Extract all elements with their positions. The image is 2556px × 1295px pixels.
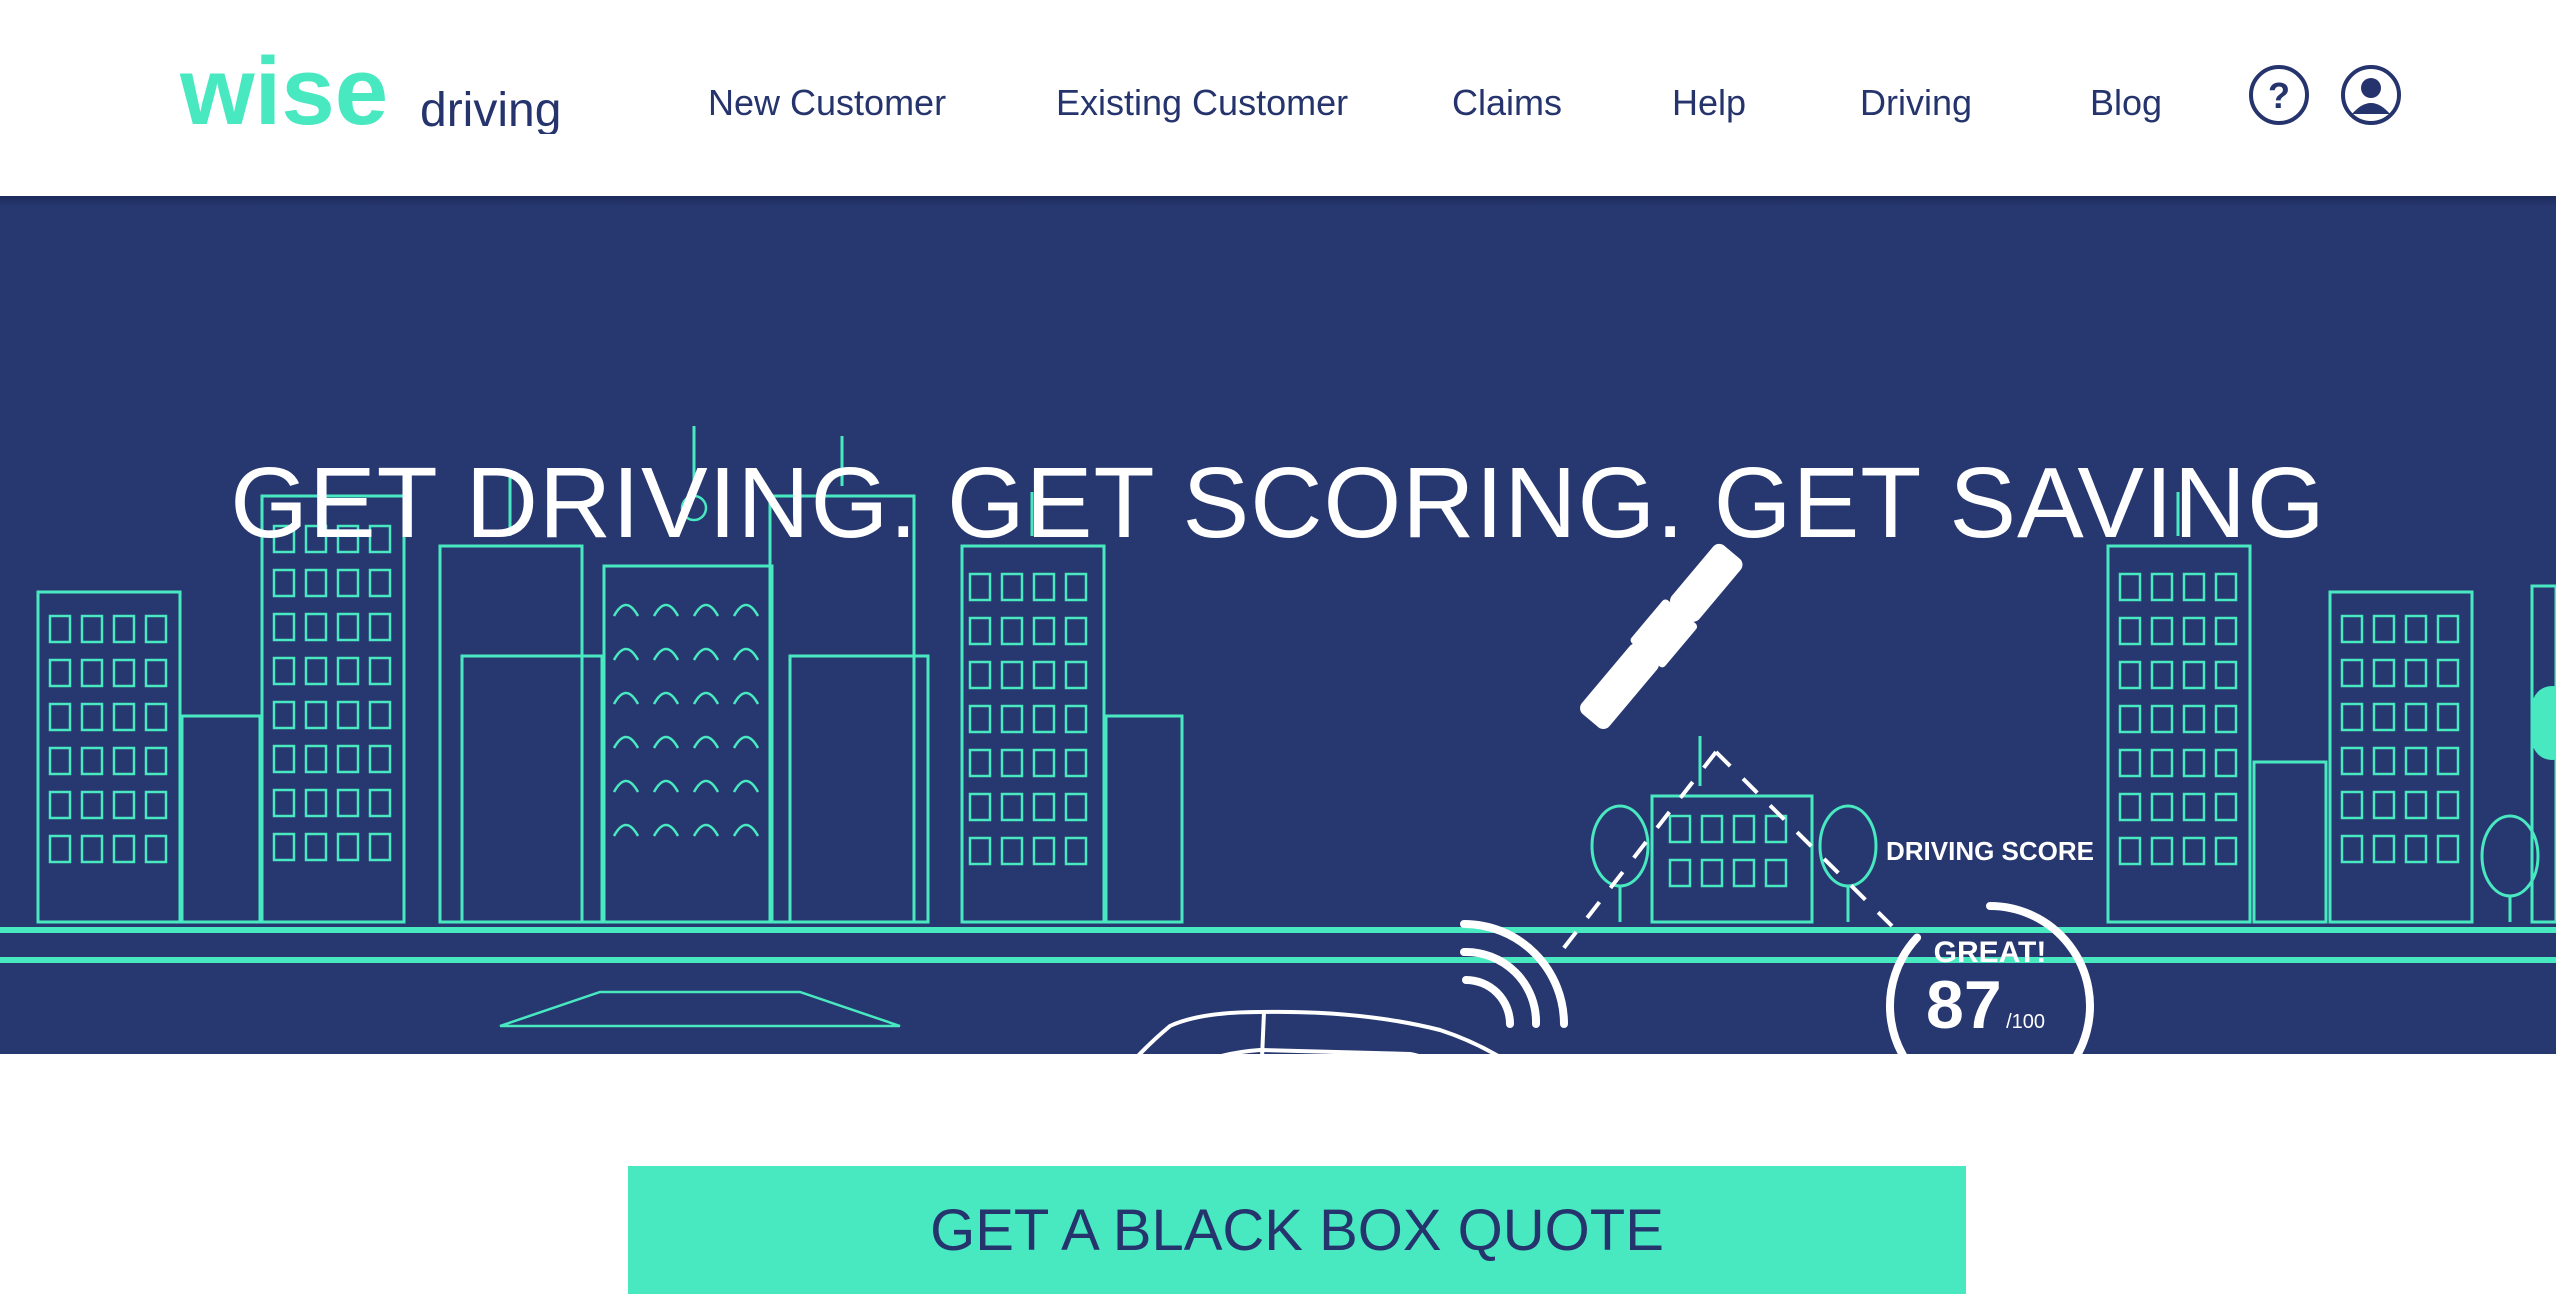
nav-new-customer[interactable]: New Customer — [708, 82, 946, 124]
driving-score-value-group: 87 /100 — [1926, 966, 2126, 1044]
black-box-quote-button[interactable]: GET A BLACK BOX QUOTE — [628, 1166, 1966, 1294]
cta-section: GET A BLACK BOX QUOTE — [0, 1054, 2556, 1294]
building — [602, 564, 774, 924]
car-illustration — [1137, 1009, 1499, 1054]
building — [1104, 714, 1184, 924]
nav-driving[interactable]: Driving — [1860, 82, 1972, 124]
satellite-icon — [1580, 543, 1743, 730]
hero-banner: GET DRIVING. GET SCORING. GET SAVING DRI… — [0, 196, 2556, 1054]
svg-text:?: ? — [2268, 75, 2290, 116]
building — [2252, 760, 2328, 924]
main-nav: New Customer Existing Customer Claims He… — [0, 82, 2556, 132]
nav-existing-customer[interactable]: Existing Customer — [1056, 82, 1348, 124]
driving-score-label: DRIVING SCORE — [1885, 836, 2095, 866]
nav-claims[interactable]: Claims — [1452, 82, 1562, 124]
site-header: wise driving New Customer Existing Custo… — [0, 0, 2556, 196]
building — [960, 544, 1106, 924]
building — [788, 654, 930, 924]
hero-headline: GET DRIVING. GET SCORING. GET SAVING — [230, 447, 2326, 559]
building — [180, 714, 262, 924]
wifi-signal-icon — [1460, 920, 1568, 1028]
city-scene-illustration — [0, 426, 2556, 1054]
driving-score-widget: DRIVING SCORE GREAT! 87 /100 — [1860, 836, 2120, 1054]
driving-score-rating: GREAT! — [1933, 936, 2047, 969]
user-circle-icon[interactable] — [2340, 64, 2402, 126]
question-circle-icon[interactable]: ? — [2248, 64, 2310, 126]
nav-help[interactable]: Help — [1672, 82, 1746, 124]
decorative-shape — [2532, 686, 2556, 760]
driving-score-max: /100 — [2006, 1011, 2046, 1033]
driving-score-value: 87 — [1926, 967, 2002, 1043]
nav-blog[interactable]: Blog — [2090, 82, 2162, 124]
